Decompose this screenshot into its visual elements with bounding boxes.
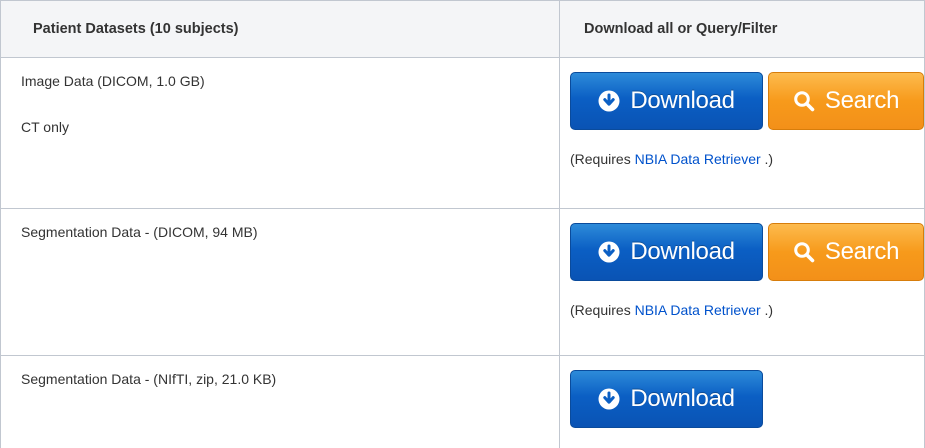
circle-arrow-down-icon (598, 241, 620, 263)
download-button[interactable]: Download (570, 223, 763, 281)
dataset-title: Segmentation Data - (DICOM, 94 MB) (21, 223, 559, 241)
dataset-actions: Download (560, 356, 925, 448)
nbia-data-retriever-link[interactable]: NBIA Data Retriever (635, 151, 761, 167)
dataset-actions: Download Search (Requires NBIA Data Retr… (560, 58, 925, 209)
requirement-note: (Requires NBIA Data Retriever .) (570, 301, 924, 319)
download-button[interactable]: Download (570, 370, 763, 428)
table-row: Segmentation Data - (NIfTI, zip, 21.0 KB… (1, 356, 925, 448)
circle-arrow-down-icon (598, 90, 620, 112)
note-suffix: .) (761, 302, 773, 318)
search-label: Search (825, 87, 899, 115)
nbia-data-retriever-link[interactable]: NBIA Data Retriever (635, 302, 761, 318)
dataset-title: Segmentation Data - (NIfTI, zip, 21.0 KB… (21, 370, 559, 388)
header-patient-datasets: Patient Datasets (10 subjects) (1, 1, 560, 58)
download-label: Download (630, 385, 734, 413)
download-button[interactable]: Download (570, 72, 763, 130)
dataset-title: Image Data (DICOM, 1.0 GB) (21, 72, 559, 90)
dataset-description: Segmentation Data - (NIfTI, zip, 21.0 KB… (1, 356, 560, 448)
dataset-subtitle: CT only (21, 118, 559, 136)
dataset-actions: Download Search (Requires NBIA Data Retr… (560, 209, 925, 356)
dataset-description: Image Data (DICOM, 1.0 GB) CT only (1, 58, 560, 209)
search-label: Search (825, 238, 899, 266)
header-download-query: Download all or Query/Filter (560, 1, 925, 58)
magnifier-icon (793, 90, 815, 112)
magnifier-icon (793, 241, 815, 263)
search-button[interactable]: Search (768, 223, 924, 281)
note-prefix: (Requires (570, 151, 635, 167)
requirement-note: (Requires NBIA Data Retriever .) (570, 150, 924, 168)
table-row: Segmentation Data - (DICOM, 94 MB) Downl… (1, 209, 925, 356)
note-prefix: (Requires (570, 302, 635, 318)
download-label: Download (630, 238, 734, 266)
search-button[interactable]: Search (768, 72, 924, 130)
dataset-description: Segmentation Data - (DICOM, 94 MB) (1, 209, 560, 356)
note-suffix: .) (761, 151, 773, 167)
download-label: Download (630, 87, 734, 115)
datasets-table: Patient Datasets (10 subjects) Download … (0, 0, 925, 448)
table-row: Image Data (DICOM, 1.0 GB) CT only Downl… (1, 58, 925, 209)
table-header-row: Patient Datasets (10 subjects) Download … (1, 1, 925, 58)
